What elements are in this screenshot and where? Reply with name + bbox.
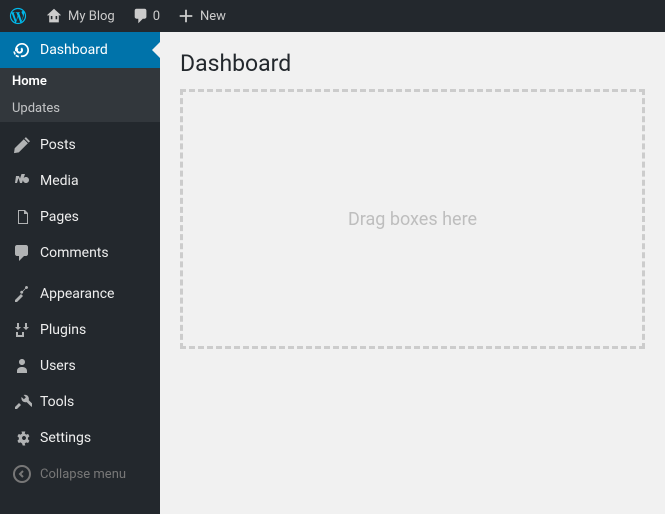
media-icon — [12, 171, 32, 191]
new-label: New — [200, 9, 226, 24]
sidebar-item-pages[interactable]: Pages — [0, 199, 160, 235]
sidebar-item-label: Users — [40, 358, 76, 374]
submenu-item-home[interactable]: Home — [0, 68, 160, 95]
submenu-label: Updates — [12, 101, 60, 116]
plugins-icon — [12, 320, 32, 340]
comment-icon — [131, 6, 151, 26]
collapse-menu-button[interactable]: Collapse menu — [0, 456, 160, 492]
collapse-label: Collapse menu — [40, 467, 126, 482]
site-name-label: My Blog — [68, 9, 115, 24]
comments-icon — [12, 243, 32, 263]
appearance-icon — [12, 284, 32, 304]
wordpress-icon — [8, 6, 28, 26]
new-content-link[interactable]: New — [168, 0, 234, 32]
sidebar-item-users[interactable]: Users — [0, 348, 160, 384]
sidebar-item-label: Dashboard — [40, 42, 108, 58]
posts-icon — [12, 135, 32, 155]
sidebar-item-tools[interactable]: Tools — [0, 384, 160, 420]
admin-sidebar: Dashboard Home Updates Posts Media Pages… — [0, 32, 160, 514]
home-icon — [44, 6, 64, 26]
submenu-label: Home — [12, 74, 47, 89]
sidebar-item-label: Appearance — [40, 286, 114, 302]
pages-icon — [12, 207, 32, 227]
sidebar-item-comments[interactable]: Comments — [0, 235, 160, 271]
sidebar-item-media[interactable]: Media — [0, 163, 160, 199]
sidebar-item-label: Comments — [40, 245, 109, 261]
users-icon — [12, 356, 32, 376]
sidebar-item-appearance[interactable]: Appearance — [0, 276, 160, 312]
sidebar-item-label: Tools — [40, 394, 74, 410]
sidebar-item-label: Plugins — [40, 322, 86, 338]
sidebar-item-label: Media — [40, 173, 79, 189]
tools-icon — [12, 392, 32, 412]
plus-icon — [176, 6, 196, 26]
settings-icon — [12, 428, 32, 448]
sidebar-item-plugins[interactable]: Plugins — [0, 312, 160, 348]
sidebar-item-label: Posts — [40, 137, 76, 153]
widget-dropzone[interactable]: Drag boxes here — [180, 89, 645, 349]
submenu-item-updates[interactable]: Updates — [0, 95, 160, 122]
comments-count: 0 — [153, 9, 160, 24]
sidebar-item-dashboard[interactable]: Dashboard — [0, 32, 160, 68]
site-name-link[interactable]: My Blog — [36, 0, 123, 32]
sidebar-item-posts[interactable]: Posts — [0, 127, 160, 163]
dropzone-text: Drag boxes here — [348, 209, 477, 230]
sidebar-item-label: Pages — [40, 209, 79, 225]
sidebar-item-settings[interactable]: Settings — [0, 420, 160, 456]
collapse-icon — [12, 464, 32, 484]
sidebar-item-label: Settings — [40, 430, 91, 446]
dashboard-icon — [12, 40, 32, 60]
comments-link[interactable]: 0 — [123, 0, 168, 32]
main-content: Dashboard Drag boxes here — [160, 32, 665, 514]
page-title: Dashboard — [180, 32, 645, 89]
admin-toolbar: My Blog 0 New — [0, 0, 665, 32]
wp-logo[interactable] — [0, 0, 36, 32]
